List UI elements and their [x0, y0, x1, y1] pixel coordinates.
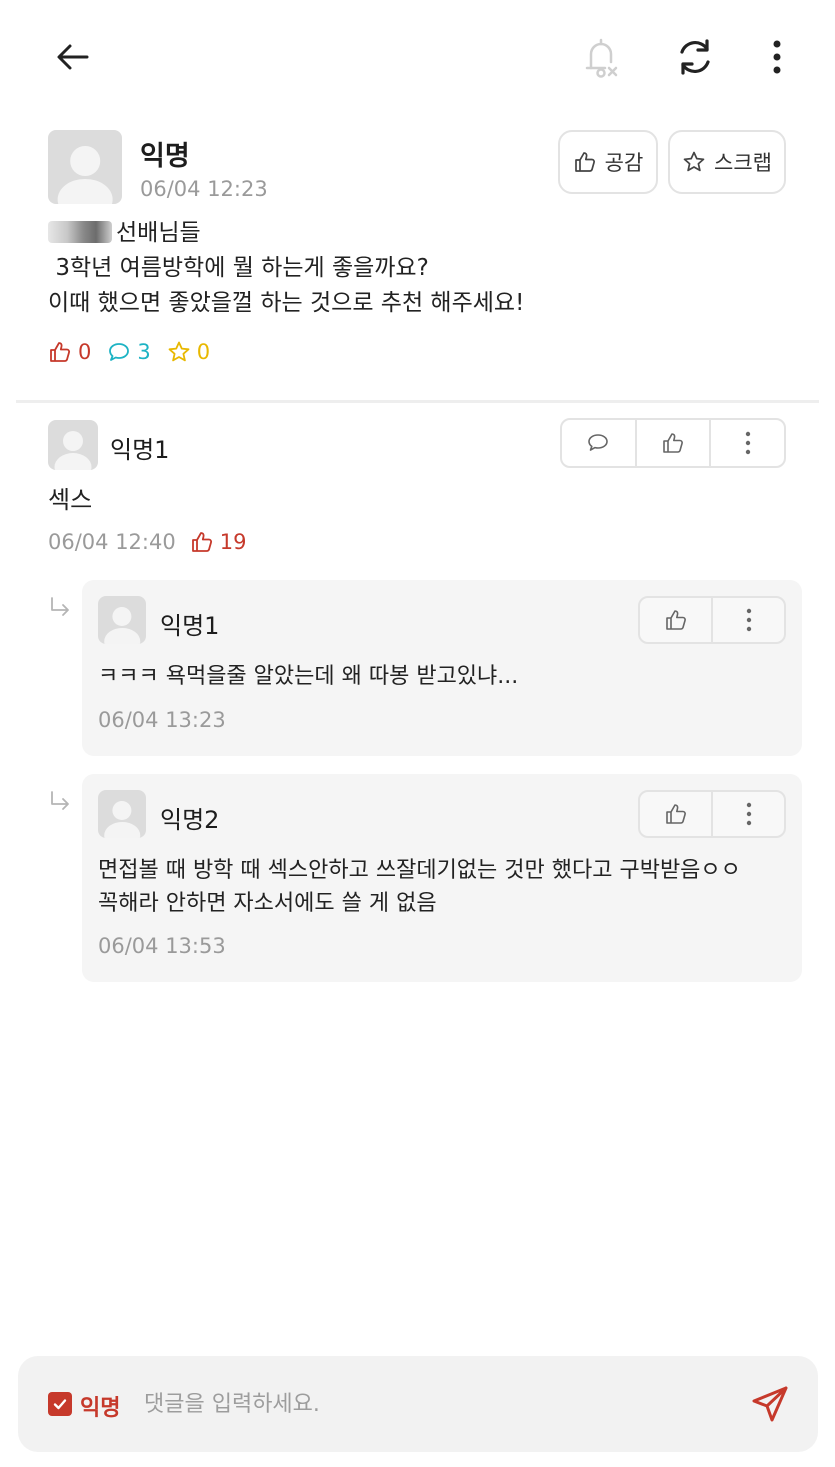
more-vertical-icon [773, 40, 781, 74]
anonymous-checkbox[interactable] [48, 1392, 72, 1416]
avatar [98, 790, 146, 838]
back-arrow-icon [57, 44, 89, 70]
comment-more-button[interactable] [709, 420, 784, 466]
scrap-count-value: 0 [196, 340, 211, 364]
thumbs-up-icon [191, 532, 212, 552]
like-button[interactable]: 공감 [558, 130, 658, 194]
comment-bubble-icon [109, 343, 130, 361]
reply-body: ㅋㅋㅋ 욕먹을줄 알았는데 왜 따봉 받고있냐... [98, 664, 519, 689]
post-body: 선배님들 3학년 여름방학에 뭘 하는게 좋을까요? 이때 했으면 좋았을껄 하는… [48, 216, 788, 321]
avatar [48, 420, 98, 470]
comment-like-button[interactable] [634, 420, 710, 466]
reply-more-button[interactable] [711, 792, 784, 836]
scrap-button-label: 스크랩 [714, 151, 772, 175]
reply-author: 익명2 [160, 806, 220, 834]
reply: 익명1 ㅋㅋㅋ 욕먹을줄 알았는데 왜 따봉 받고있냐... 06/04 13:… [82, 580, 802, 756]
comment-composer: 익명 [18, 1356, 818, 1452]
refresh-button[interactable] [668, 30, 722, 84]
post-author: 익명 [140, 141, 190, 172]
redacted-blur [48, 221, 112, 243]
comment-author: 익명1 [110, 436, 170, 464]
comment-count-value: 3 [137, 340, 151, 364]
scrap-count: 0 [167, 340, 210, 364]
post-body-line2: 3학년 여름방학에 뭘 하는게 좋을까요? [48, 255, 429, 281]
comment-actions [560, 418, 786, 468]
post-time: 06/04 12:23 [140, 177, 268, 201]
post-body-line: 선배님들 [48, 216, 788, 251]
refresh-icon [680, 39, 710, 75]
comment: 익명1 섹스 06/04 12:40 19 [48, 418, 788, 568]
reply-button[interactable] [562, 420, 635, 466]
like-button-label: 공감 [604, 151, 644, 175]
comment-like-count-value: 19 [219, 530, 247, 554]
reply-arrow-icon [51, 597, 69, 616]
notification-toggle-button[interactable] [572, 30, 626, 84]
thumbs-up-icon [665, 804, 686, 824]
star-icon [168, 341, 190, 362]
thumbs-up-icon [50, 342, 71, 362]
comment-bubble-icon [588, 434, 609, 451]
reply-arrow-icon [51, 791, 69, 810]
reply-like-button[interactable] [640, 598, 711, 642]
like-count-value: 0 [78, 340, 92, 364]
anonymous-label: 익명 [80, 1396, 121, 1421]
like-count: 0 [48, 340, 91, 364]
bell-off-icon [585, 38, 618, 78]
checkmark-icon [53, 1399, 67, 1410]
more-vertical-icon [745, 431, 750, 455]
reply-like-button[interactable] [640, 792, 711, 836]
more-vertical-icon [746, 802, 751, 826]
thumbs-up-icon [665, 610, 686, 630]
post-body-line3: 이때 했으면 좋았을껄 하는 것으로 추천 해주세요! [48, 290, 525, 316]
reply-more-button[interactable] [711, 598, 784, 642]
avatar [48, 130, 122, 204]
send-icon [752, 1386, 788, 1422]
post-body-line1: 선배님들 [116, 220, 201, 246]
comment-count: 3 [107, 340, 151, 364]
top-bar [0, 0, 835, 110]
star-icon [683, 151, 705, 172]
post-stats: 0 3 0 [48, 340, 210, 364]
comment-body: 섹스 [48, 486, 93, 514]
reply-actions [638, 790, 786, 838]
send-button[interactable] [748, 1382, 792, 1426]
reply-author: 익명1 [160, 612, 220, 640]
back-button[interactable] [46, 30, 100, 84]
more-options-button[interactable] [752, 30, 802, 84]
comment-meta: 06/04 12:40 19 [48, 530, 246, 554]
reply-body: 면접볼 때 방학 때 섹스안하고 쓰잘데기없는 것만 했다고 구박받음ㅇㅇ 꼭해… [98, 858, 741, 916]
more-vertical-icon [746, 608, 751, 632]
reply-actions [638, 596, 786, 644]
thumbs-up-icon [663, 433, 683, 453]
comment-input[interactable] [144, 1384, 724, 1424]
reply: 익명2 면접볼 때 방학 때 섹스안하고 쓰잘데기없는 것만 했다고 구박받음ㅇ… [82, 774, 802, 982]
thumbs-up-icon [574, 152, 595, 172]
comment-time: 06/04 12:40 [48, 530, 176, 554]
reply-time: 06/04 13:53 [98, 934, 226, 958]
scrap-button[interactable]: 스크랩 [668, 130, 786, 194]
comment-like-count: 19 [190, 530, 247, 554]
reply-time: 06/04 13:23 [98, 708, 226, 732]
avatar [98, 596, 146, 644]
divider [16, 400, 819, 403]
